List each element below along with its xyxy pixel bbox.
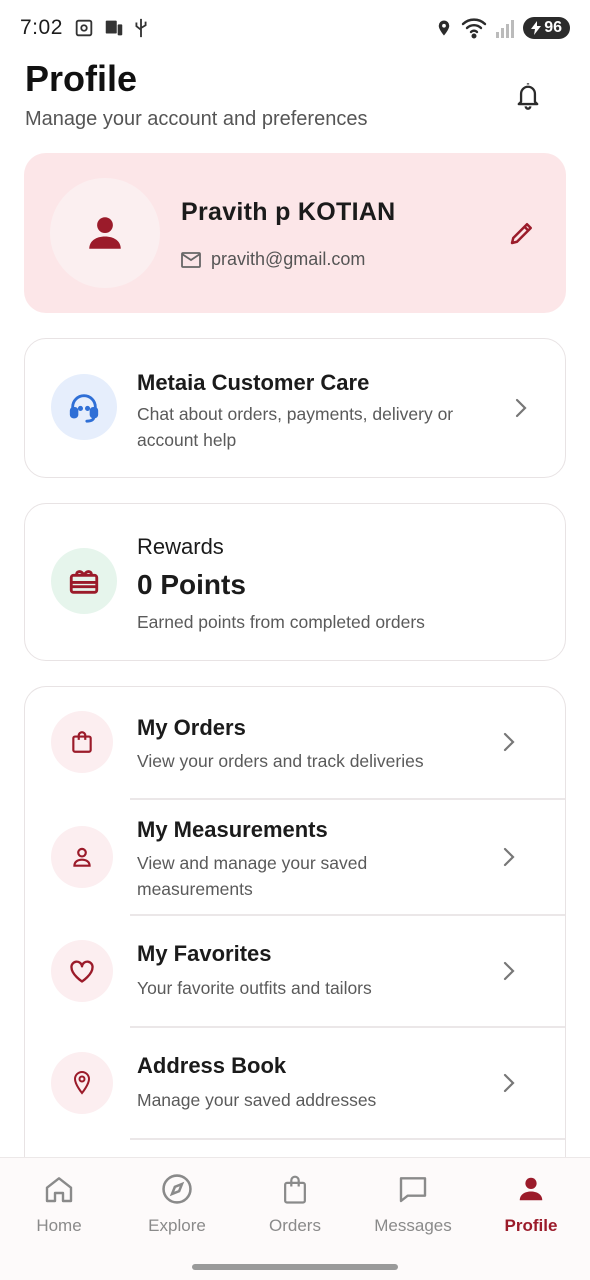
orders-icon-circle [51, 711, 113, 773]
nav-label: Messages [374, 1216, 452, 1235]
nav-label: Explore [148, 1216, 206, 1235]
bottom-nav: Home Explore Orders Messages Profile [0, 1157, 590, 1280]
person-icon [89, 217, 121, 249]
usb-icon [135, 18, 147, 38]
profile-name: Pravith p KOTIAN [181, 198, 396, 226]
notifications-button[interactable] [510, 78, 546, 114]
menu-item-description: Your favorite outfits and tailors [137, 978, 372, 998]
cast-device-icon [105, 20, 123, 36]
shopping-bag-icon [278, 1172, 312, 1206]
menu-item-description: View your orders and track deliveries [137, 751, 424, 771]
location-icon [438, 20, 450, 36]
page-title: Profile [25, 58, 138, 99]
chat-icon [396, 1172, 430, 1206]
nav-messages[interactable]: Messages [354, 1172, 472, 1236]
menu-item-address-book[interactable]: Address Book Manage your saved addresses [25, 1027, 565, 1139]
status-time: 7:02 [20, 16, 63, 39]
chevron-right-icon [497, 959, 521, 983]
chevron-right-icon [497, 730, 521, 754]
menu-item-title: My Orders [137, 715, 246, 740]
home-icon [42, 1172, 76, 1206]
menu-item-title: Address Book [137, 1053, 287, 1078]
nav-explore[interactable]: Explore [118, 1172, 236, 1236]
nav-label: Profile [504, 1216, 558, 1235]
person-outline-icon [73, 847, 91, 867]
status-bar: 7:02 96 [0, 0, 590, 56]
avatar [50, 178, 160, 288]
charging-icon [531, 21, 542, 35]
bell-icon [517, 83, 539, 110]
edit-profile-button[interactable] [504, 215, 540, 251]
status-notification-icons [73, 17, 149, 39]
rewards-card[interactable]: Rewards 0 Points Earned points from comp… [24, 503, 566, 661]
care-icon-circle [51, 374, 117, 440]
battery-level: 96 [544, 19, 562, 36]
rewards-icon-circle [51, 548, 117, 614]
menu-item-description: View and manage your saved measurements [137, 853, 368, 899]
favorites-icon-circle [51, 940, 113, 1002]
rewards-description: Earned points from completed orders [137, 612, 425, 632]
signal-icon [496, 20, 515, 38]
map-pin-icon [73, 1070, 91, 1095]
profile-card: Pravith p KOTIAN pravith@gmail.com [24, 153, 566, 313]
menu-item-my-measurements[interactable]: My Measurements View and manage your sav… [25, 799, 565, 915]
menu-card: My Orders View your orders and track del… [24, 686, 566, 1166]
screenshot-icon [75, 19, 93, 37]
status-left: 7:02 [20, 16, 149, 40]
menu-item-description: Manage your saved addresses [137, 1090, 377, 1110]
customer-care-card[interactable]: Metaia Customer Care Chat about orders, … [24, 338, 566, 478]
heart-icon [70, 960, 94, 983]
person-icon [514, 1172, 548, 1206]
rewards-label: Rewards [137, 534, 224, 559]
profile-email-row: pravith@gmail.com [181, 249, 365, 270]
status-right: 96 [435, 17, 570, 39]
menu-divider [130, 1138, 565, 1140]
nav-label: Home [36, 1216, 82, 1235]
rewards-points: 0 Points [137, 569, 246, 600]
menu-item-my-favorites[interactable]: My Favorites Your favorite outfits and t… [25, 915, 565, 1027]
care-title: Metaia Customer Care [137, 370, 370, 395]
nav-home[interactable]: Home [0, 1172, 118, 1236]
shopping-bag-icon [72, 731, 92, 753]
chevron-right-icon [509, 396, 533, 420]
pencil-icon [510, 223, 532, 245]
headset-icon [69, 394, 99, 423]
nav-profile[interactable]: Profile [472, 1172, 590, 1236]
address-icon-circle [51, 1052, 113, 1114]
home-indicator[interactable] [192, 1264, 398, 1270]
page-subtitle: Manage your account and preferences [25, 108, 368, 130]
chevron-right-icon [497, 845, 521, 869]
nav-label: Orders [269, 1216, 321, 1235]
measurements-icon-circle [51, 826, 113, 888]
menu-item-title: My Measurements [137, 817, 328, 842]
menu-item-title: My Favorites [137, 941, 272, 966]
compass-icon [160, 1172, 194, 1206]
battery-indicator: 96 [523, 17, 570, 39]
gift-card-icon [69, 570, 99, 594]
chevron-right-icon [497, 1071, 521, 1095]
nav-orders[interactable]: Orders [236, 1172, 354, 1236]
wifi-icon [462, 18, 487, 39]
profile-email: pravith@gmail.com [211, 249, 366, 269]
mail-icon [181, 251, 201, 268]
care-description: Chat about orders, payments, delivery or… [137, 404, 454, 450]
menu-item-my-orders[interactable]: My Orders View your orders and track del… [25, 687, 565, 799]
